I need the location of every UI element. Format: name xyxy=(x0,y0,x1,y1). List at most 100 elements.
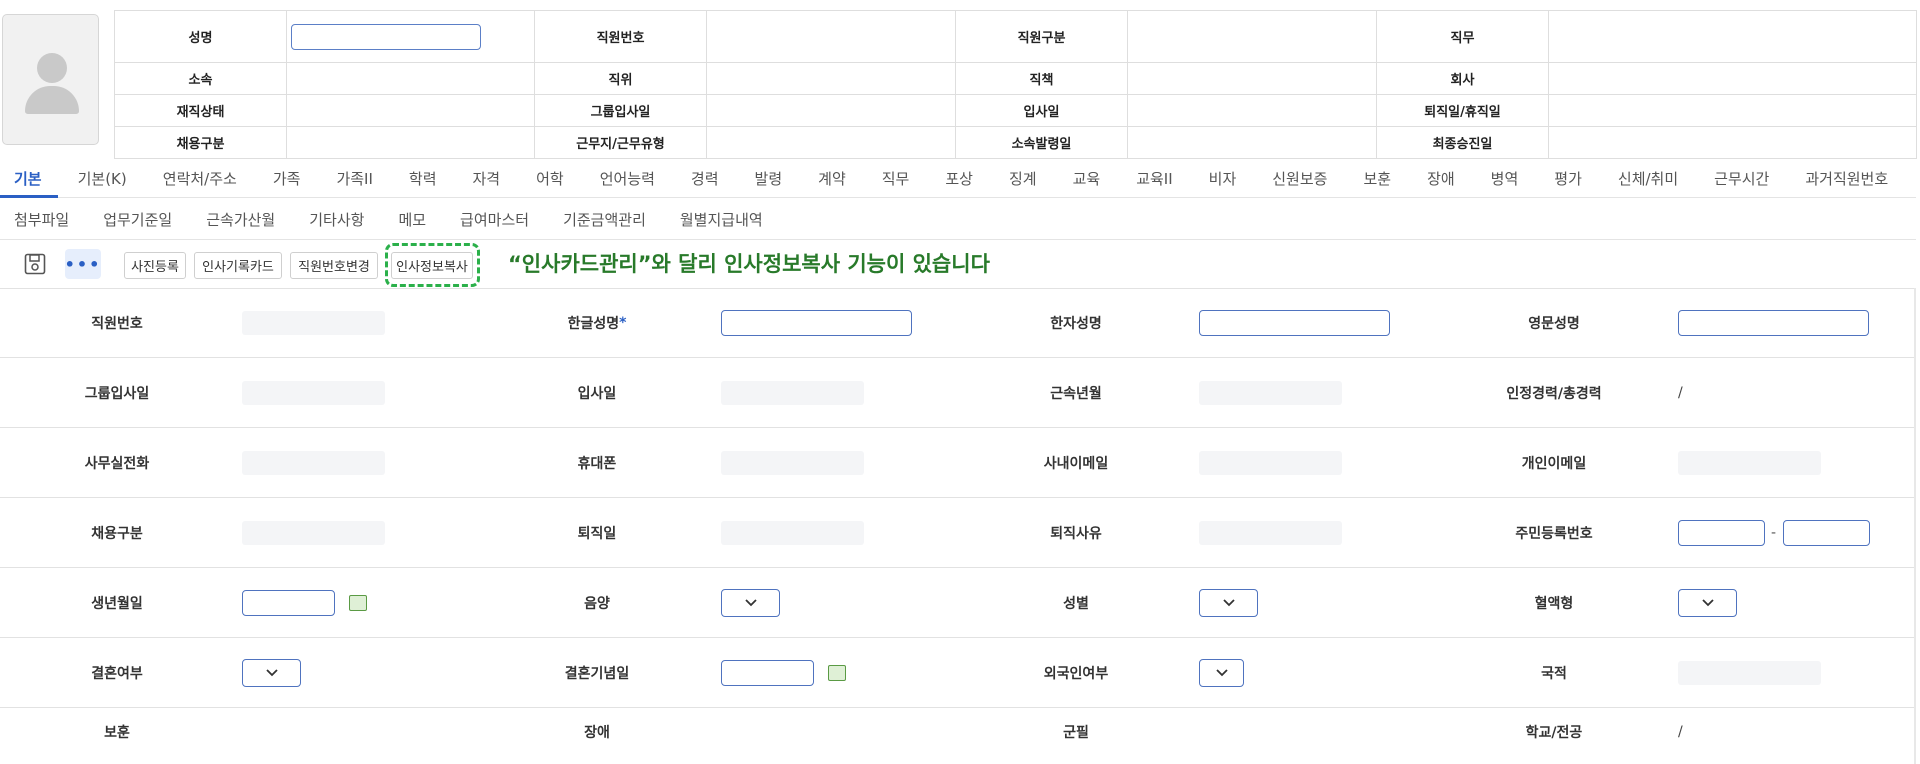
scrollbar-edge[interactable] xyxy=(1914,288,1916,764)
change-employee-number-button[interactable]: 직원번호변경 xyxy=(290,252,378,279)
tab-contact-address[interactable]: 연락처/주소 xyxy=(163,162,237,198)
tab-basic[interactable]: 기본 xyxy=(0,162,58,198)
employee-summary: 성명 직원번호 직원구분 직무 소속 직위 직책 회사 재직상태 그룹입사일 입… xyxy=(0,10,1917,159)
summary-value xyxy=(286,62,535,95)
field-label: 인정경력/총경력 xyxy=(1506,385,1602,402)
tab-discipline[interactable]: 징계 xyxy=(1009,162,1037,198)
summary-value xyxy=(286,94,535,127)
tab-veteran[interactable]: 보훈 xyxy=(1363,162,1391,198)
form-row: 생년월일 음양 성별 혈액형 xyxy=(0,568,1916,638)
summary-label: 소속발령일 xyxy=(955,126,1128,159)
field-label: 결혼여부 xyxy=(91,665,143,682)
group-join-date-field xyxy=(242,380,385,405)
english-name-input[interactable] xyxy=(1678,310,1869,336)
birth-date-input[interactable] xyxy=(242,589,335,616)
blood-type-select[interactable] xyxy=(1678,588,1737,617)
field-label: 휴대폰 xyxy=(577,455,617,472)
personnel-record-card-button[interactable]: 인사기록카드 xyxy=(194,252,282,279)
name-input[interactable] xyxy=(291,23,481,50)
tab-training-2[interactable]: 교육II xyxy=(1136,162,1172,198)
summary-label: 직책 xyxy=(955,62,1128,95)
tab-memo[interactable]: 메모 xyxy=(398,209,426,230)
calendar-icon[interactable] xyxy=(828,664,846,681)
chinese-name-input[interactable] xyxy=(1199,310,1390,336)
more-options-button[interactable]: ••• xyxy=(65,249,101,279)
nationality-field xyxy=(1678,660,1821,685)
tab-visa[interactable]: 비자 xyxy=(1209,162,1237,198)
tab-military[interactable]: 병역 xyxy=(1491,162,1519,198)
field-label: 성별 xyxy=(1063,595,1089,612)
field-label: 사무실전화 xyxy=(84,455,150,472)
field-label: 음양 xyxy=(584,595,610,612)
rrn-front-input[interactable] xyxy=(1678,519,1765,546)
photo-upload-button[interactable]: 사진등록 xyxy=(124,252,186,279)
korean-name-label: 한글성명 xyxy=(567,316,620,332)
form-row: 채용구분 퇴직일 퇴직사유 주민등록번호 - xyxy=(0,498,1916,568)
summary-value xyxy=(706,94,956,127)
wedding-anniversary-input[interactable] xyxy=(721,659,814,686)
tab-work-hours[interactable]: 근무시간 xyxy=(1714,162,1769,198)
tab-service-bonus-months[interactable]: 근속가산월 xyxy=(206,209,275,230)
tab-base-amount[interactable]: 기준금액관리 xyxy=(563,209,646,230)
tab-evaluation[interactable]: 평가 xyxy=(1554,162,1582,198)
primary-tab-bar: 기본 기본(K) 연락처/주소 가족 가족II 학력 자격 어학 언어능력 경력… xyxy=(0,162,1916,198)
summary-value xyxy=(286,10,535,63)
field-label: 근속년월 xyxy=(1050,385,1102,402)
chevron-down-icon xyxy=(1215,668,1228,676)
tab-guarantee[interactable]: 신원보증 xyxy=(1272,162,1327,198)
company-email-field xyxy=(1199,450,1342,475)
summary-value xyxy=(1127,94,1377,127)
tab-body-hobby[interactable]: 신체/취미 xyxy=(1618,162,1678,198)
gender-select[interactable] xyxy=(1199,588,1258,617)
tab-attachments[interactable]: 첨부파일 xyxy=(14,209,69,230)
korean-name-input[interactable] xyxy=(721,310,912,336)
field-label: 혈액형 xyxy=(1534,595,1574,612)
lunar-solar-select[interactable] xyxy=(721,588,780,617)
save-icon[interactable] xyxy=(20,249,50,279)
tab-language-ability[interactable]: 언어능력 xyxy=(600,162,655,198)
tab-certification[interactable]: 자격 xyxy=(473,162,501,198)
form-row: 그룹입사일 입사일 근속년월 인정경력/총경력 / xyxy=(0,358,1916,428)
tab-award[interactable]: 포상 xyxy=(945,162,973,198)
field-label: 결혼기념일 xyxy=(564,665,630,682)
tab-contract[interactable]: 계약 xyxy=(818,162,846,198)
chevron-down-icon xyxy=(744,598,757,606)
rrn-back-input[interactable] xyxy=(1783,519,1870,546)
summary-value xyxy=(706,62,956,95)
field-label: 생년월일 xyxy=(91,595,143,612)
chevron-down-icon xyxy=(1222,598,1235,606)
tab-family[interactable]: 가족 xyxy=(273,162,301,198)
summary-value xyxy=(1548,126,1917,159)
tab-family-2[interactable]: 가족II xyxy=(336,162,372,198)
tab-training[interactable]: 교육 xyxy=(1073,162,1101,198)
detail-form: 직원번호 한글성명 * 한자성명 영문성명 그룹입사일 입사일 근속년월 인정경력… xyxy=(0,288,1916,756)
tab-payroll-master[interactable]: 급여마스터 xyxy=(460,209,529,230)
hire-type-field xyxy=(242,520,385,545)
retirement-reason-field xyxy=(1199,520,1342,545)
tab-work-base-date[interactable]: 업무기준일 xyxy=(103,209,172,230)
tab-appointment[interactable]: 발령 xyxy=(755,162,783,198)
summary-table: 성명 직원번호 직원구분 직무 소속 직위 직책 회사 재직상태 그룹입사일 입… xyxy=(114,10,1917,159)
calendar-icon[interactable] xyxy=(349,594,367,611)
tab-basic-k[interactable]: 기본(K) xyxy=(78,162,127,198)
avatar xyxy=(2,14,99,145)
form-row: 결혼여부 결혼기념일 외국인여부 국적 xyxy=(0,638,1916,708)
summary-label: 회사 xyxy=(1376,62,1549,95)
summary-label: 최종승진일 xyxy=(1376,126,1549,159)
tab-duty[interactable]: 직무 xyxy=(882,162,910,198)
tab-past-employee-number[interactable]: 과거직원번호 xyxy=(1805,162,1888,198)
summary-value xyxy=(1548,94,1917,127)
tab-career[interactable]: 경력 xyxy=(691,162,719,198)
tab-education[interactable]: 학력 xyxy=(409,162,437,198)
required-mark: * xyxy=(619,315,627,331)
marital-status-select[interactable] xyxy=(242,658,301,687)
tab-language-test[interactable]: 어학 xyxy=(536,162,564,198)
highlight-box xyxy=(385,243,480,287)
field-label: 학교/전공 xyxy=(1525,725,1583,741)
tab-disability[interactable]: 장애 xyxy=(1427,162,1455,198)
field-label: 한글성명 * xyxy=(497,289,697,357)
tab-monthly-payments[interactable]: 월별지급내역 xyxy=(680,209,763,230)
foreigner-select[interactable] xyxy=(1199,658,1244,687)
summary-label: 직원구분 xyxy=(955,10,1128,63)
tab-other-notes[interactable]: 기타사항 xyxy=(309,209,364,230)
